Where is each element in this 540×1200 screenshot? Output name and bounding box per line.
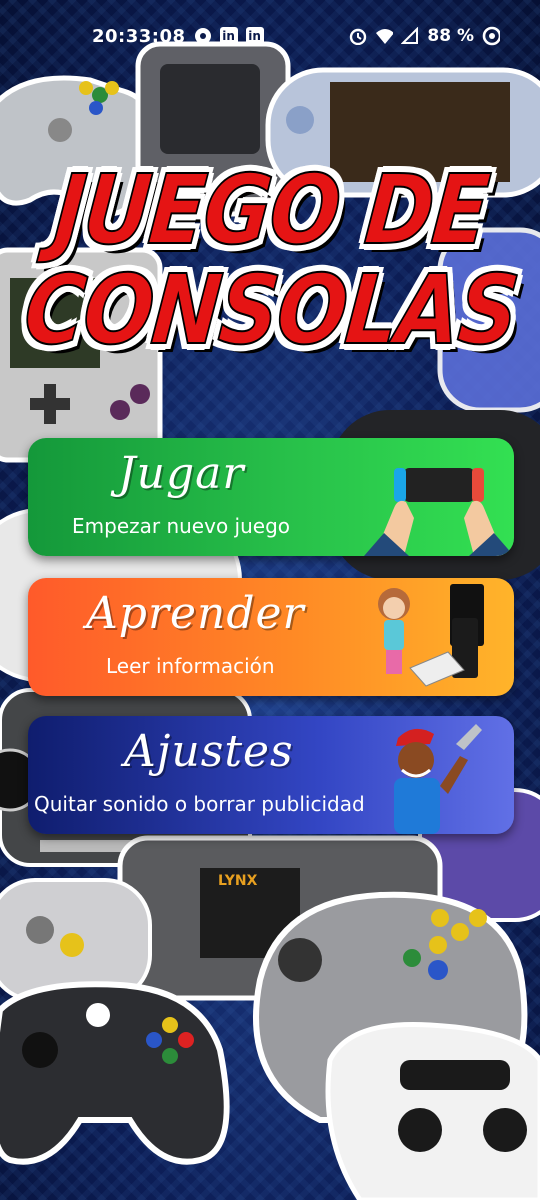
linkedin-icon: in (219, 27, 238, 45)
girl-consoles-icon (378, 584, 484, 687)
settings-subtitle: Quitar sonido o borrar publicidad (34, 792, 365, 816)
status-bar-left: 20:33:08 in in (92, 26, 264, 47)
wifi-icon (375, 27, 394, 45)
notification-icon (194, 27, 212, 45)
signal-icon (401, 27, 419, 45)
learn-subtitle: Leer información (106, 654, 275, 678)
linkedin-icon: in (245, 27, 264, 45)
game-title: JUEGO DE CONSOLAS (19, 140, 523, 380)
sync-icon (482, 26, 500, 46)
ps5-controller-icon (325, 1021, 540, 1200)
learn-button[interactable]: Aprender Leer información (28, 578, 514, 696)
title-line-1: JUEGO DE (49, 153, 493, 267)
battery-level: 88 % (427, 26, 474, 46)
status-bar-right: 88 % (349, 26, 500, 46)
clock: 20:33:08 (92, 25, 186, 47)
status-bar: 20:33:08 in in 88 % (0, 0, 540, 72)
play-subtitle: Empezar nuevo juego (72, 514, 291, 538)
play-button[interactable]: Jugar Empezar nuevo juego (28, 438, 514, 556)
svg-text:LYNX: LYNX (218, 873, 258, 889)
repairman-icon (394, 724, 482, 834)
alarm-icon (349, 27, 367, 45)
hands-console-icon (364, 468, 514, 556)
settings-button[interactable]: Ajustes Quitar sonido o borrar publicida… (28, 716, 514, 834)
xbox-controller-icon (0, 981, 230, 1165)
title-line-2: CONSOLAS (19, 253, 523, 367)
